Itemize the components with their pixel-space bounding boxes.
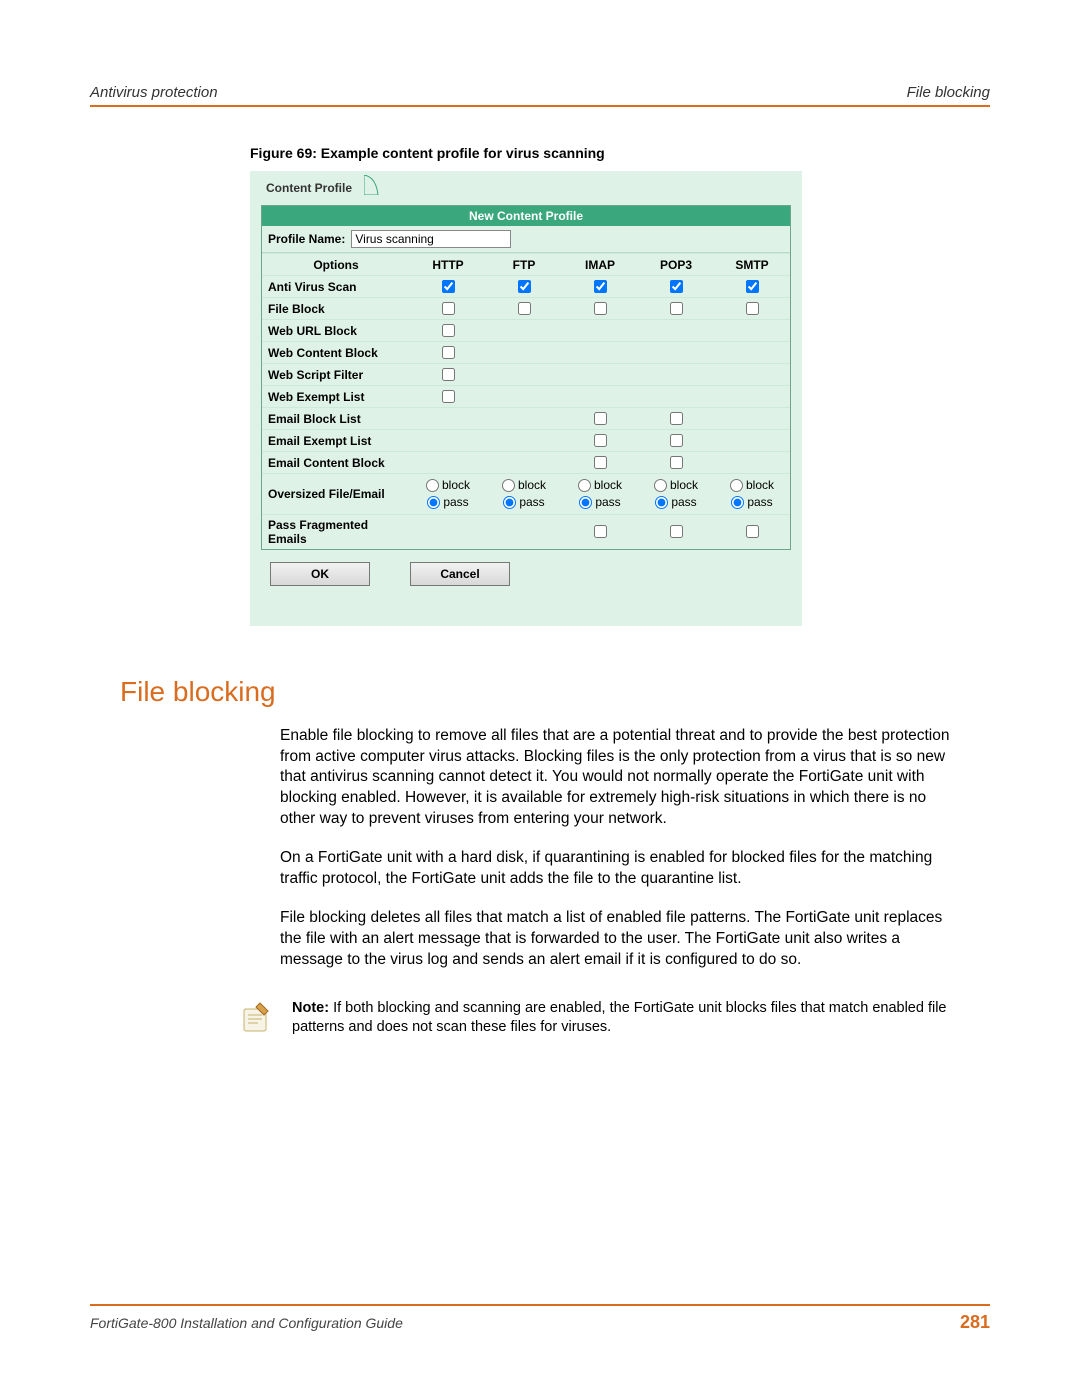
figure-caption: Figure 69: Example content profile for v…	[250, 145, 990, 161]
col-options: Options	[262, 253, 410, 275]
row-fileblock-label: File Block	[262, 297, 410, 319]
note-text: Note: If both blocking and scanning are …	[292, 999, 960, 1038]
avscan-imap-checkbox[interactable]	[594, 280, 607, 293]
header-right: File blocking	[907, 84, 990, 101]
row-passfrag-label: Pass Fragmented Emails	[262, 514, 410, 549]
avscan-pop3-checkbox[interactable]	[670, 280, 683, 293]
col-ftp: FTP	[486, 253, 562, 275]
passfrag-pop3-checkbox[interactable]	[670, 525, 683, 538]
tab-label: Content Profile	[256, 177, 352, 195]
panel-title: New Content Profile	[262, 206, 790, 226]
row-emailcontent-label: Email Content Block	[262, 451, 410, 473]
tab-curve-icon	[364, 175, 384, 195]
passfrag-imap-checkbox[interactable]	[594, 525, 607, 538]
webscript-http-checkbox[interactable]	[442, 368, 455, 381]
note-icon	[238, 999, 274, 1035]
col-pop3: POP3	[638, 253, 714, 275]
oversize-smtp-pass[interactable]: pass	[731, 494, 772, 511]
page-header: Antivirus protection File blocking	[90, 84, 990, 107]
tab-content-profile[interactable]: Content Profile	[250, 175, 370, 201]
fileblock-pop3-checkbox[interactable]	[670, 302, 683, 315]
emailexempt-pop3-checkbox[interactable]	[670, 434, 683, 447]
oversize-pop3-pass[interactable]: pass	[655, 494, 696, 511]
col-smtp: SMTP	[714, 253, 790, 275]
webcontent-http-checkbox[interactable]	[442, 346, 455, 359]
fileblock-http-checkbox[interactable]	[442, 302, 455, 315]
oversize-pop3-block[interactable]: block	[654, 477, 698, 494]
emailcontent-imap-checkbox[interactable]	[594, 456, 607, 469]
avscan-ftp-checkbox[interactable]	[518, 280, 531, 293]
weburl-http-checkbox[interactable]	[442, 324, 455, 337]
row-emailexempt-label: Email Exempt List	[262, 429, 410, 451]
paragraph-1: Enable file blocking to remove all files…	[280, 726, 960, 831]
avscan-smtp-checkbox[interactable]	[746, 280, 759, 293]
emailcontent-pop3-checkbox[interactable]	[670, 456, 683, 469]
paragraph-3: File blocking deletes all files that mat…	[280, 908, 960, 971]
row-emailblock-label: Email Block List	[262, 407, 410, 429]
profile-name-label: Profile Name:	[268, 232, 345, 246]
webexempt-http-checkbox[interactable]	[442, 390, 455, 403]
oversize-http-block[interactable]: block	[426, 477, 470, 494]
profile-name-input[interactable]	[351, 230, 511, 248]
row-oversize-label: Oversized File/Email	[262, 473, 410, 514]
page-footer: FortiGate-800 Installation and Configura…	[90, 1304, 990, 1333]
ok-button[interactable]: OK	[270, 562, 370, 586]
note-block: Note: If both blocking and scanning are …	[238, 999, 960, 1038]
note-label: Note:	[292, 1000, 329, 1016]
row-webscript-label: Web Script Filter	[262, 363, 410, 385]
profile-name-row: Profile Name:	[262, 226, 790, 253]
row-webexempt-label: Web Exempt List	[262, 385, 410, 407]
oversize-imap-pass[interactable]: pass	[579, 494, 620, 511]
oversize-imap-block[interactable]: block	[578, 477, 622, 494]
col-http: HTTP	[410, 253, 486, 275]
row-weburl-label: Web URL Block	[262, 319, 410, 341]
fileblock-ftp-checkbox[interactable]	[518, 302, 531, 315]
page-number: 281	[960, 1312, 990, 1333]
emailblock-imap-checkbox[interactable]	[594, 412, 607, 425]
oversize-smtp-block[interactable]: block	[730, 477, 774, 494]
fileblock-smtp-checkbox[interactable]	[746, 302, 759, 315]
emailexempt-imap-checkbox[interactable]	[594, 434, 607, 447]
row-webcontent-label: Web Content Block	[262, 341, 410, 363]
row-avscan-label: Anti Virus Scan	[262, 275, 410, 297]
fileblock-imap-checkbox[interactable]	[594, 302, 607, 315]
oversize-ftp-block[interactable]: block	[502, 477, 546, 494]
oversize-http-pass[interactable]: pass	[427, 494, 468, 511]
profile-table: New Content Profile Profile Name: Option…	[261, 205, 791, 550]
paragraph-2: On a FortiGate unit with a hard disk, if…	[280, 848, 960, 890]
header-left: Antivirus protection	[90, 84, 218, 101]
oversize-ftp-pass[interactable]: pass	[503, 494, 544, 511]
avscan-http-checkbox[interactable]	[442, 280, 455, 293]
col-imap: IMAP	[562, 253, 638, 275]
options-grid: Options HTTP FTP IMAP POP3 SMTP Anti Vir…	[262, 253, 790, 549]
footer-title: FortiGate-800 Installation and Configura…	[90, 1315, 403, 1331]
cancel-button[interactable]: Cancel	[410, 562, 510, 586]
passfrag-smtp-checkbox[interactable]	[746, 525, 759, 538]
section-heading: File blocking	[120, 676, 990, 708]
note-body: If both blocking and scanning are enable…	[292, 1000, 947, 1036]
content-profile-panel: Content Profile New Content Profile Prof…	[250, 171, 802, 626]
emailblock-pop3-checkbox[interactable]	[670, 412, 683, 425]
